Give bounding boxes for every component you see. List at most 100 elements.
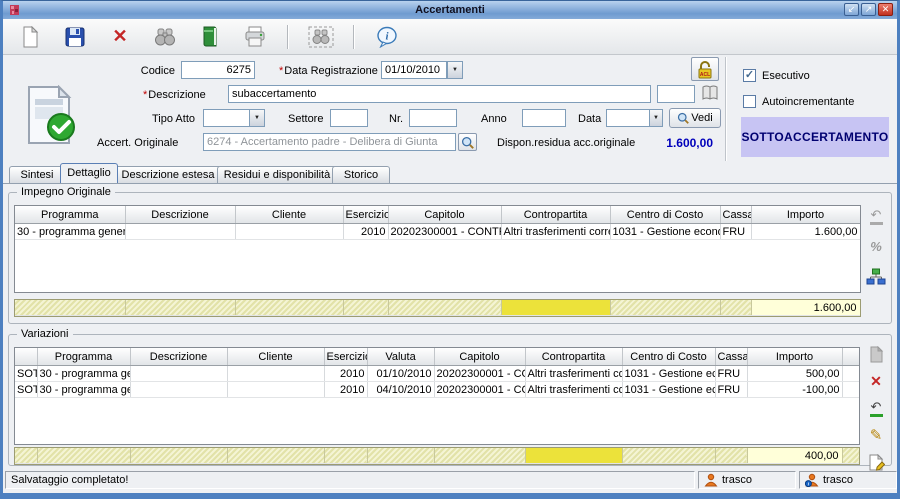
settore-field[interactable] xyxy=(330,109,368,127)
impegno-header-row: Programma Descrizione Cliente Esercizio … xyxy=(15,206,860,224)
minimize-button[interactable]: ↙ xyxy=(844,3,859,16)
tab-descrizione-estesa[interactable]: Descrizione estesa xyxy=(114,166,222,183)
archive-icon[interactable] xyxy=(197,24,223,50)
column-header: Importo xyxy=(751,206,860,224)
data-field[interactable] xyxy=(606,109,650,127)
header-form: Codice 6275 *Data Registrazione 01/10/20… xyxy=(3,55,897,163)
app-icon xyxy=(8,4,21,16)
linked-search-icon[interactable] xyxy=(308,24,334,50)
status-message-panel: Salvataggio completato! xyxy=(5,471,695,489)
data-registrazione-field[interactable]: 01/10/2010 xyxy=(381,61,447,79)
status-bar: Salvataggio completato! trasco i trasco xyxy=(3,467,897,493)
codice-label: Codice xyxy=(123,65,175,77)
descrizione-field[interactable]: subaccertamento xyxy=(228,85,651,103)
accert-originale-field[interactable]: 6274 - Accertamento padre - Delibera di … xyxy=(203,133,456,151)
impegno-grid: Programma Descrizione Cliente Esercizio … xyxy=(14,205,861,293)
dettaglio-panel: Impegno Originale Programma Descrizione … xyxy=(3,183,897,468)
column-header: Capitolo xyxy=(434,348,525,366)
tab-residui-disponibilita[interactable]: Residui e disponibilità xyxy=(217,166,337,183)
toolbar-separator xyxy=(353,25,355,49)
form-separator xyxy=(725,57,727,161)
data-label: Data xyxy=(578,113,601,125)
column-header: Esercizio xyxy=(324,348,367,366)
column-header: Valuta xyxy=(367,348,434,366)
column-header: Capitolo xyxy=(388,206,501,224)
user-info-icon: i xyxy=(805,473,819,487)
total-highlight-cell xyxy=(525,448,622,464)
save-icon[interactable] xyxy=(62,24,88,50)
maximize-button[interactable]: ↗ xyxy=(861,3,876,16)
column-header: Cassa xyxy=(715,348,747,366)
column-header: Importo xyxy=(747,348,842,366)
search-icon[interactable] xyxy=(152,24,178,50)
tab-dettaglio[interactable]: Dettaglio xyxy=(60,163,118,183)
required-marker: * xyxy=(279,65,283,77)
variazioni-title: Variazioni xyxy=(17,328,73,340)
variazioni-header-row: Programma Descrizione Cliente Esercizio … xyxy=(15,348,859,366)
tab-strip: Sintesi Dettaglio Descrizione estesa Res… xyxy=(3,163,897,183)
variazioni-group: Variazioni Programma Descrizione Cliente… xyxy=(8,334,892,466)
user-panel-left: trasco xyxy=(698,471,796,489)
descrizione-extra-field[interactable] xyxy=(657,85,695,103)
data-registrazione-dropdown[interactable]: ▼ xyxy=(447,61,463,79)
column-header: Programma xyxy=(15,206,125,224)
table-row[interactable]: SOT 30 - programma gene 2010 04/10/2010 … xyxy=(15,382,859,398)
status-message: Salvataggio completato! xyxy=(11,472,128,488)
impegno-actions: ↶ % xyxy=(865,205,887,287)
lock-icon: ACL xyxy=(696,60,714,79)
anno-field[interactable] xyxy=(522,109,566,127)
column-header: Cliente xyxy=(227,348,324,366)
tipo-atto-label: Tipo Atto xyxy=(123,113,195,125)
percent-split-icon[interactable]: % xyxy=(865,235,887,257)
hierarchy-icon[interactable] xyxy=(865,265,887,287)
tab-sintesi[interactable]: Sintesi xyxy=(9,166,65,183)
data-registrazione-label: *Data Registrazione xyxy=(279,65,378,77)
close-button[interactable]: ✕ xyxy=(878,3,893,16)
delete-icon[interactable]: ✕ xyxy=(107,24,133,50)
column-header: Esercizio xyxy=(343,206,388,224)
variazioni-total-row: 400,00 xyxy=(14,447,860,465)
toolbar-separator xyxy=(287,25,289,49)
variazioni-grid: Programma Descrizione Cliente Esercizio … xyxy=(14,347,860,445)
dispon-residua-value: 1.600,00 xyxy=(633,136,713,150)
column-header: Contropartita xyxy=(525,348,622,366)
info-icon[interactable]: i xyxy=(374,24,400,50)
main-toolbar: ✕ i xyxy=(3,19,897,55)
accert-originale-search-button[interactable] xyxy=(458,133,477,151)
esecutivo-checkbox[interactable]: ✓ xyxy=(743,69,756,82)
data-dropdown[interactable]: ▼ xyxy=(649,109,663,127)
edit-icon[interactable]: ✎ xyxy=(865,424,887,446)
new-document-icon[interactable] xyxy=(17,24,43,50)
column-header: Descrizione xyxy=(125,206,235,224)
nr-field[interactable] xyxy=(409,109,457,127)
search-icon xyxy=(677,112,689,124)
undo-icon[interactable]: ↶ xyxy=(865,205,887,227)
svg-text:ACL: ACL xyxy=(700,72,710,78)
column-header xyxy=(15,348,37,366)
saved-document-icon xyxy=(23,85,77,147)
acl-lock-button[interactable]: ACL xyxy=(691,57,719,81)
autoincrementante-checkbox[interactable] xyxy=(743,95,756,108)
esecutivo-label: Esecutivo xyxy=(762,70,810,82)
accert-originale-label: Accert. Originale xyxy=(97,137,178,149)
dispon-residua-label: Dispon.residua acc.originale xyxy=(497,137,635,149)
vedi-button[interactable]: Vedi xyxy=(669,108,721,128)
impegno-total-value: 1.600,00 xyxy=(751,300,860,316)
table-row[interactable]: SOT 30 - programma gene 2010 01/10/2010 … xyxy=(15,366,859,382)
dictionary-icon[interactable] xyxy=(701,84,719,107)
search-icon xyxy=(461,136,474,149)
total-highlight-cell xyxy=(501,300,610,316)
tab-storico[interactable]: Storico xyxy=(332,166,390,183)
column-header: Centro di Costo xyxy=(610,206,720,224)
descrizione-label: *Descrizione xyxy=(143,89,206,101)
delete-row-icon[interactable]: ✕ xyxy=(865,370,887,392)
undo-row-icon[interactable]: ↶ xyxy=(865,397,887,419)
table-row[interactable]: 30 - programma generico 2010 20202300001… xyxy=(15,224,860,240)
tipo-atto-dropdown[interactable]: ▼ xyxy=(249,109,265,127)
add-row-icon[interactable] xyxy=(865,343,887,365)
column-header: Cliente xyxy=(235,206,343,224)
impegno-originale-title: Impegno Originale xyxy=(17,186,115,198)
variazioni-total-value: 400,00 xyxy=(747,448,842,464)
codice-field[interactable]: 6275 xyxy=(181,61,255,79)
print-icon[interactable] xyxy=(242,24,268,50)
